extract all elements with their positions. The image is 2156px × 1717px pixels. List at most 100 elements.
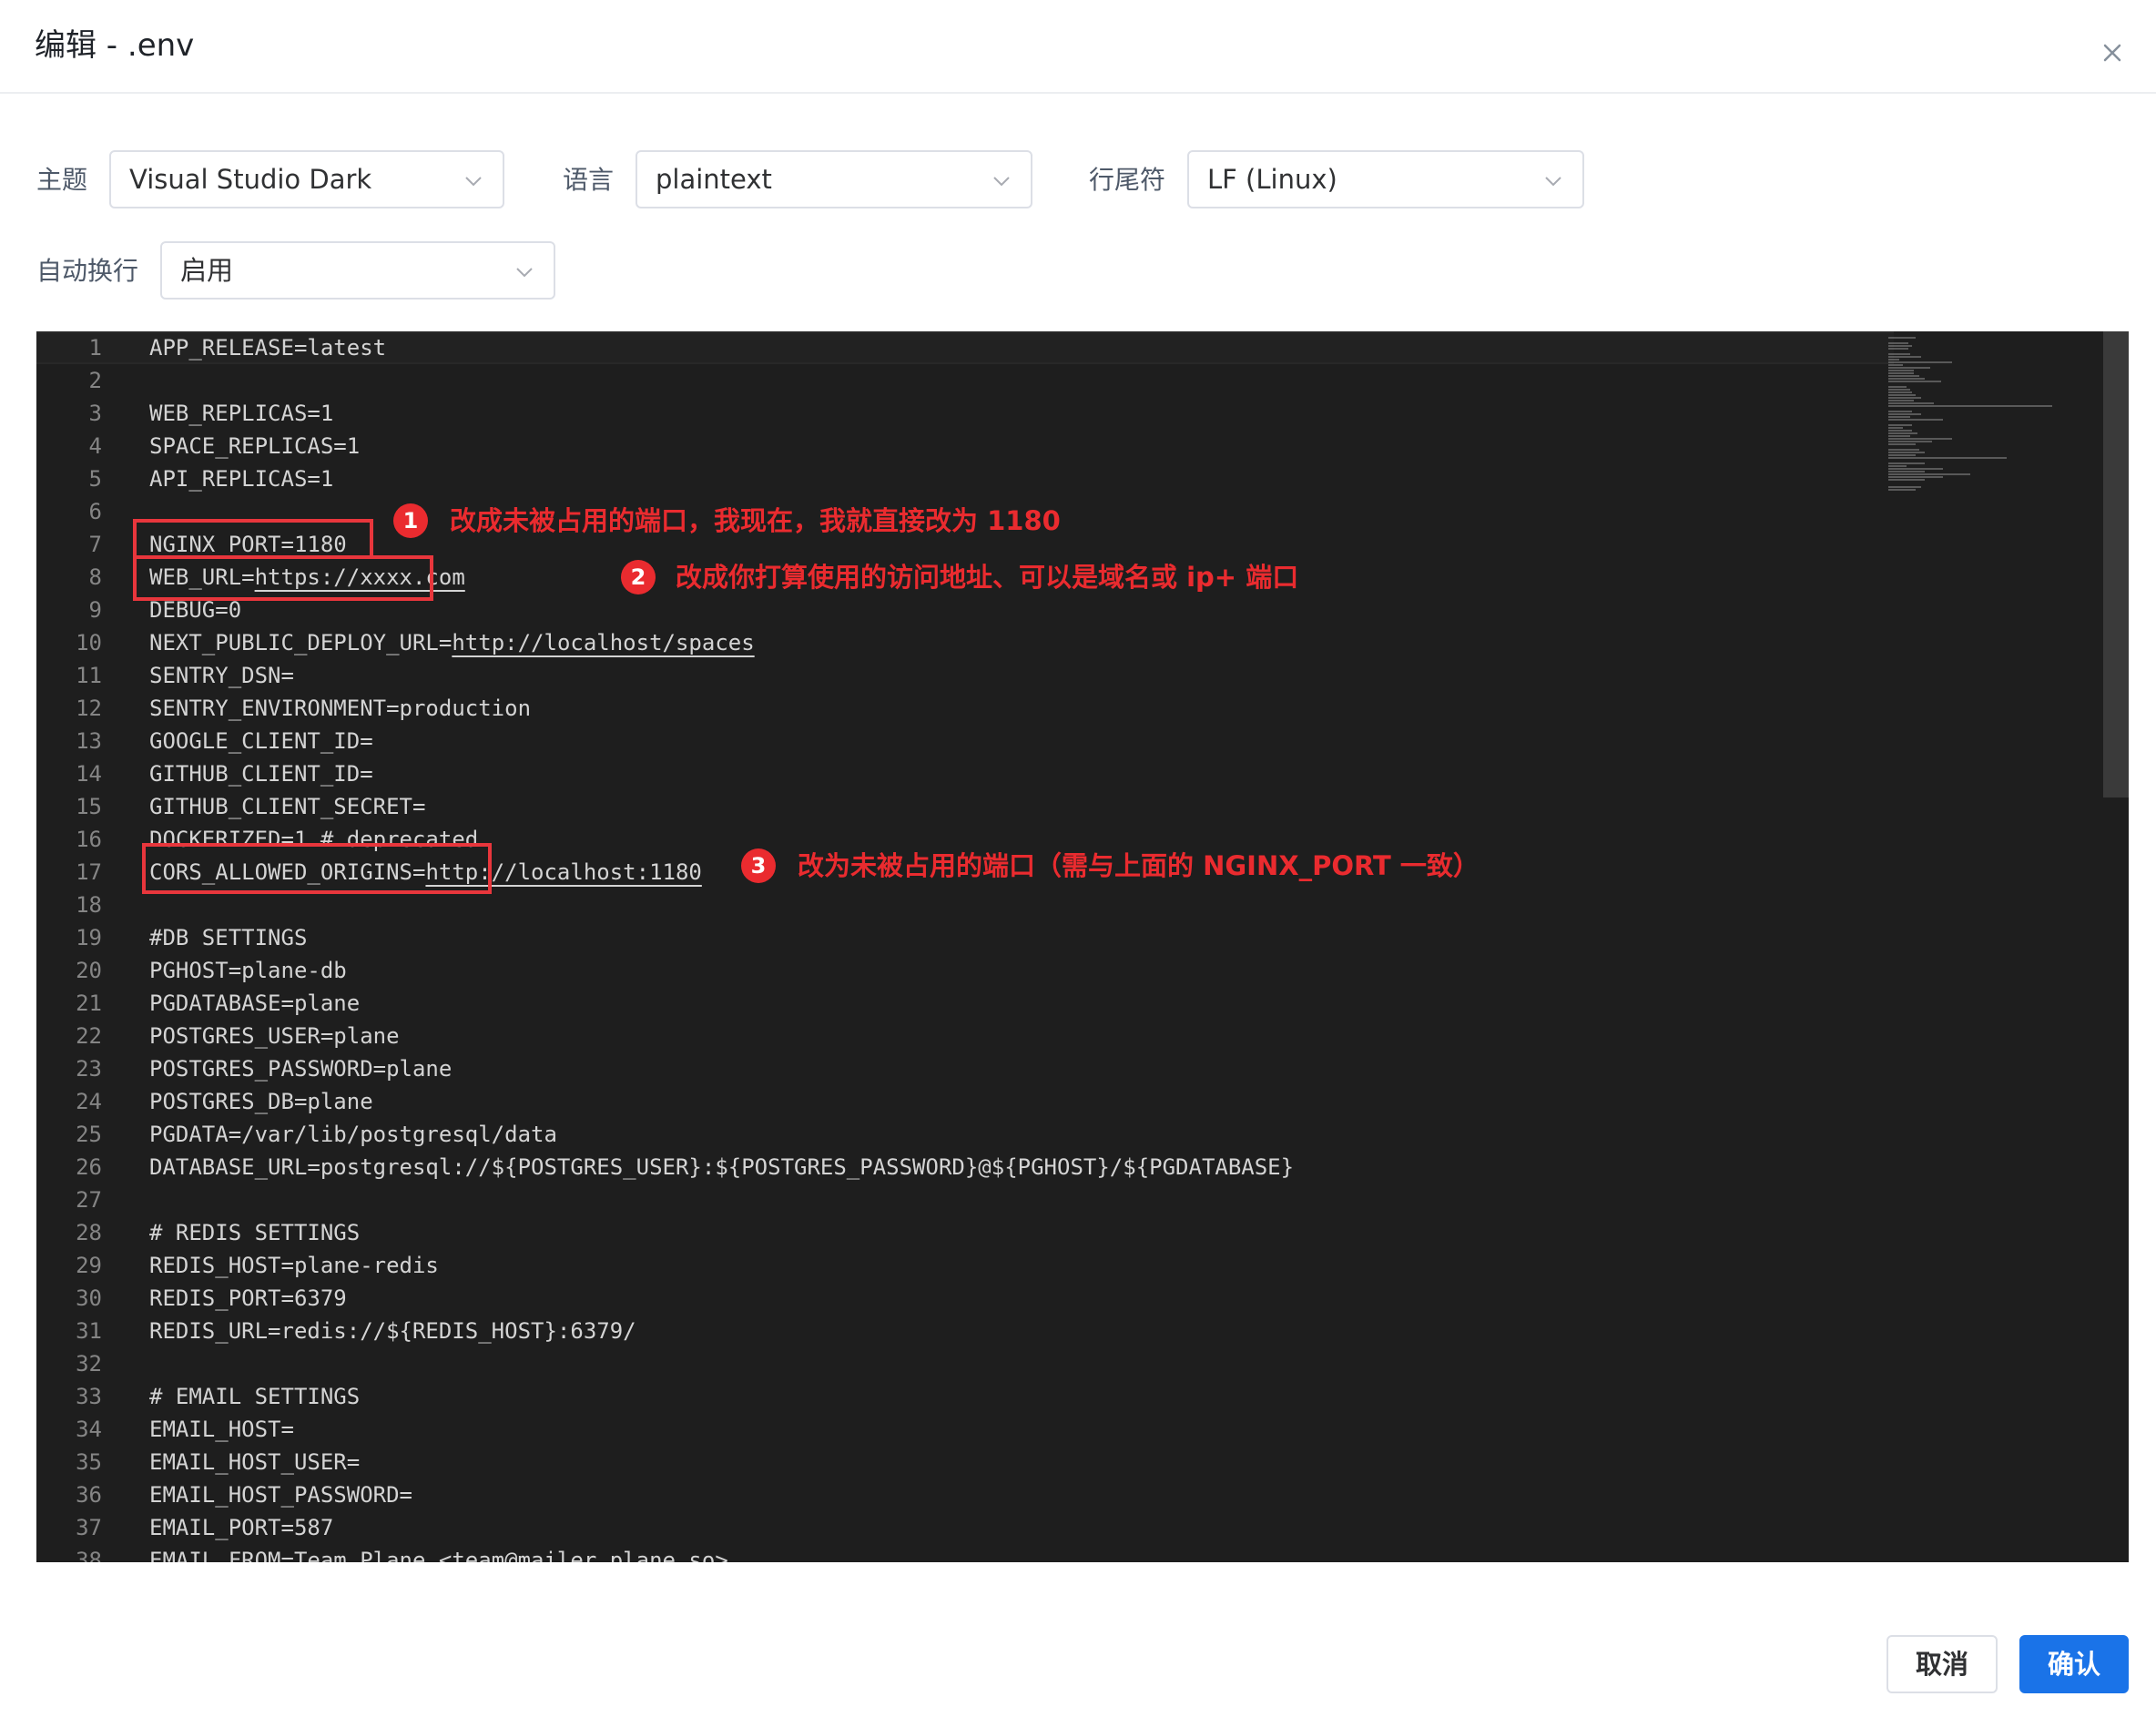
line-text: SENTRY_ENVIRONMENT=production	[149, 692, 531, 725]
editor-scrollbar[interactable]	[2103, 331, 2129, 798]
line-number: 6	[88, 499, 102, 524]
line-text: APP_RELEASE=latest	[149, 333, 386, 362]
code-line: 22 POSTGRES_USER=plane	[36, 1020, 1894, 1052]
code-line: 30 REDIS_PORT=6379	[36, 1282, 1894, 1315]
line-code: POSTGRES_PASSWORD=plane	[149, 1056, 453, 1082]
line-text: GITHUB_CLIENT_SECRET=	[149, 790, 425, 823]
line-code: API_REPLICAS=1	[149, 466, 334, 492]
line-text: POSTGRES_PASSWORD=plane	[149, 1052, 452, 1085]
line-code: EMAIL_PORT=587	[149, 1515, 334, 1540]
line-code: DATABASE_URL=postgresql://${POSTGRES_USE…	[149, 1154, 1295, 1180]
language-label: 语言	[563, 165, 615, 195]
line-code: PGDATA=/var/lib/postgresql/data	[149, 1122, 557, 1147]
line-number: 17	[76, 859, 102, 885]
code-line: 29 REDIS_HOST=plane-redis	[36, 1249, 1894, 1282]
code-line: 23 POSTGRES_PASSWORD=plane	[36, 1052, 1894, 1085]
line-code: #DB SETTINGS	[149, 925, 308, 950]
line-number: 36	[76, 1482, 102, 1508]
annotation-badge-2: 2	[621, 560, 656, 594]
line-number: 4	[88, 433, 102, 459]
close-icon[interactable]	[2094, 35, 2131, 71]
line-number: 24	[76, 1089, 102, 1114]
code-line: 10 NEXT_PUBLIC_DEPLOY_URL=http://localhos…	[36, 626, 1894, 659]
line-text: EMAIL_HOST_PASSWORD=	[149, 1478, 412, 1511]
line-number: 34	[76, 1417, 102, 1442]
line-number: 19	[76, 925, 102, 950]
line-text: API_REPLICAS=1	[149, 462, 333, 495]
line-number: 21	[76, 991, 102, 1016]
line-text: EMAIL_HOST_USER=	[149, 1446, 360, 1478]
code-line: 36 EMAIL_HOST_PASSWORD=	[36, 1478, 1894, 1511]
line-text: # REDIS SETTINGS	[149, 1216, 360, 1249]
word-wrap-select[interactable]: 启用	[160, 241, 555, 300]
code-line: 20 PGHOST=plane-db	[36, 954, 1894, 987]
code-line: 21 PGDATABASE=plane	[36, 987, 1894, 1020]
code-line: 28 # REDIS SETTINGS	[36, 1216, 1894, 1249]
line-number: 1	[88, 335, 102, 361]
code-editor[interactable]: 1 APP_RELEASE=latest 2 3 WEB_REPLICAS=1 4 SPAC…	[36, 331, 2129, 1562]
line-number: 13	[76, 728, 102, 754]
language-select-value: plaintext	[656, 164, 772, 195]
code-line: 19 #DB SETTINGS	[36, 921, 1894, 954]
dialog-header: 编辑 - .env	[0, 0, 2156, 94]
line-number: 26	[76, 1154, 102, 1180]
code-line: 15 GITHUB_CLIENT_SECRET=	[36, 790, 1894, 823]
line-number: 35	[76, 1449, 102, 1475]
line-link[interactable]: http://localhost/spaces	[452, 630, 754, 655]
highlight-box-2	[133, 555, 433, 601]
line-code: EMAIL_HOST=	[149, 1417, 294, 1442]
line-code: WEB_REPLICAS=1	[149, 401, 334, 426]
line-text: EMAIL_HOST=	[149, 1413, 294, 1446]
confirm-button[interactable]: 确认	[2019, 1635, 2129, 1693]
language-select[interactable]: plaintext	[636, 150, 1032, 208]
line-number: 27	[76, 1187, 102, 1213]
cancel-button[interactable]: 取消	[1886, 1635, 1998, 1693]
line-number: 25	[76, 1122, 102, 1147]
line-number: 12	[76, 696, 102, 721]
line-code: GITHUB_CLIENT_SECRET=	[149, 794, 426, 819]
code-line: 1 APP_RELEASE=latest	[36, 331, 1894, 364]
code-line: 26 DATABASE_URL=postgresql://${POSTGRES_U…	[36, 1151, 1894, 1184]
line-text: REDIS_HOST=plane-redis	[149, 1249, 439, 1282]
code-line: 13 GOOGLE_CLIENT_ID=	[36, 725, 1894, 757]
annotation-badge-3: 3	[741, 848, 776, 883]
highlight-box-1	[133, 519, 373, 559]
code-line: 32	[36, 1347, 1894, 1380]
line-number: 33	[76, 1384, 102, 1409]
line-text: WEB_REPLICAS=1	[149, 397, 333, 430]
code-line: 2	[36, 364, 1894, 397]
line-ending-select[interactable]: LF (Linux)	[1187, 150, 1584, 208]
line-code: EMAIL_HOST_PASSWORD=	[149, 1482, 412, 1508]
line-text: GOOGLE_CLIENT_ID=	[149, 725, 373, 757]
code-line: 11 SENTRY_DSN=	[36, 659, 1894, 692]
theme-select[interactable]: Visual Studio Dark	[109, 150, 504, 208]
line-text: GITHUB_CLIENT_ID=	[149, 757, 373, 790]
line-text: SENTRY_DSN=	[149, 659, 294, 692]
line-text: # EMAIL SETTINGS	[149, 1380, 360, 1413]
line-text: #DB SETTINGS	[149, 921, 307, 954]
line-code: POSTGRES_USER=plane	[149, 1023, 400, 1049]
line-ending-select-value: LF (Linux)	[1207, 164, 1337, 195]
theme-select-value: Visual Studio Dark	[129, 164, 372, 195]
chevron-down-icon	[516, 268, 533, 278]
code-line: 31 REDIS_URL=redis://${REDIS_HOST}:6379/	[36, 1315, 1894, 1347]
line-code: REDIS_URL=redis://${REDIS_HOST}:6379/	[149, 1318, 636, 1344]
line-code: REDIS_HOST=plane-redis	[149, 1253, 439, 1278]
editor-minimap[interactable]	[1888, 335, 2070, 572]
code-line: 38 EMAIL_FROM=Team Plane <team@mailer.pla…	[36, 1544, 1894, 1562]
line-code: DEBUG=0	[149, 597, 242, 623]
chevron-down-icon	[1545, 177, 1561, 187]
line-code: # REDIS SETTINGS	[149, 1220, 361, 1245]
line-ending-label: 行尾符	[1089, 165, 1166, 195]
line-number: 7	[88, 532, 102, 557]
line-code: NEXT_PUBLIC_DEPLOY_URL=	[149, 630, 453, 655]
line-number: 10	[76, 630, 102, 655]
line-code: PGHOST=plane-db	[149, 958, 347, 983]
line-code: PGDATABASE=plane	[149, 991, 361, 1016]
code-line: 33 # EMAIL SETTINGS	[36, 1380, 1894, 1413]
annotation-text-3: 改为未被占用的端口（需与上面的 NGINX_PORT 一致）	[798, 850, 1480, 881]
line-number: 31	[76, 1318, 102, 1344]
line-text: NEXT_PUBLIC_DEPLOY_URL=http://localhost/…	[149, 626, 755, 659]
code-line: 34 EMAIL_HOST=	[36, 1413, 1894, 1446]
line-number: 22	[76, 1023, 102, 1049]
